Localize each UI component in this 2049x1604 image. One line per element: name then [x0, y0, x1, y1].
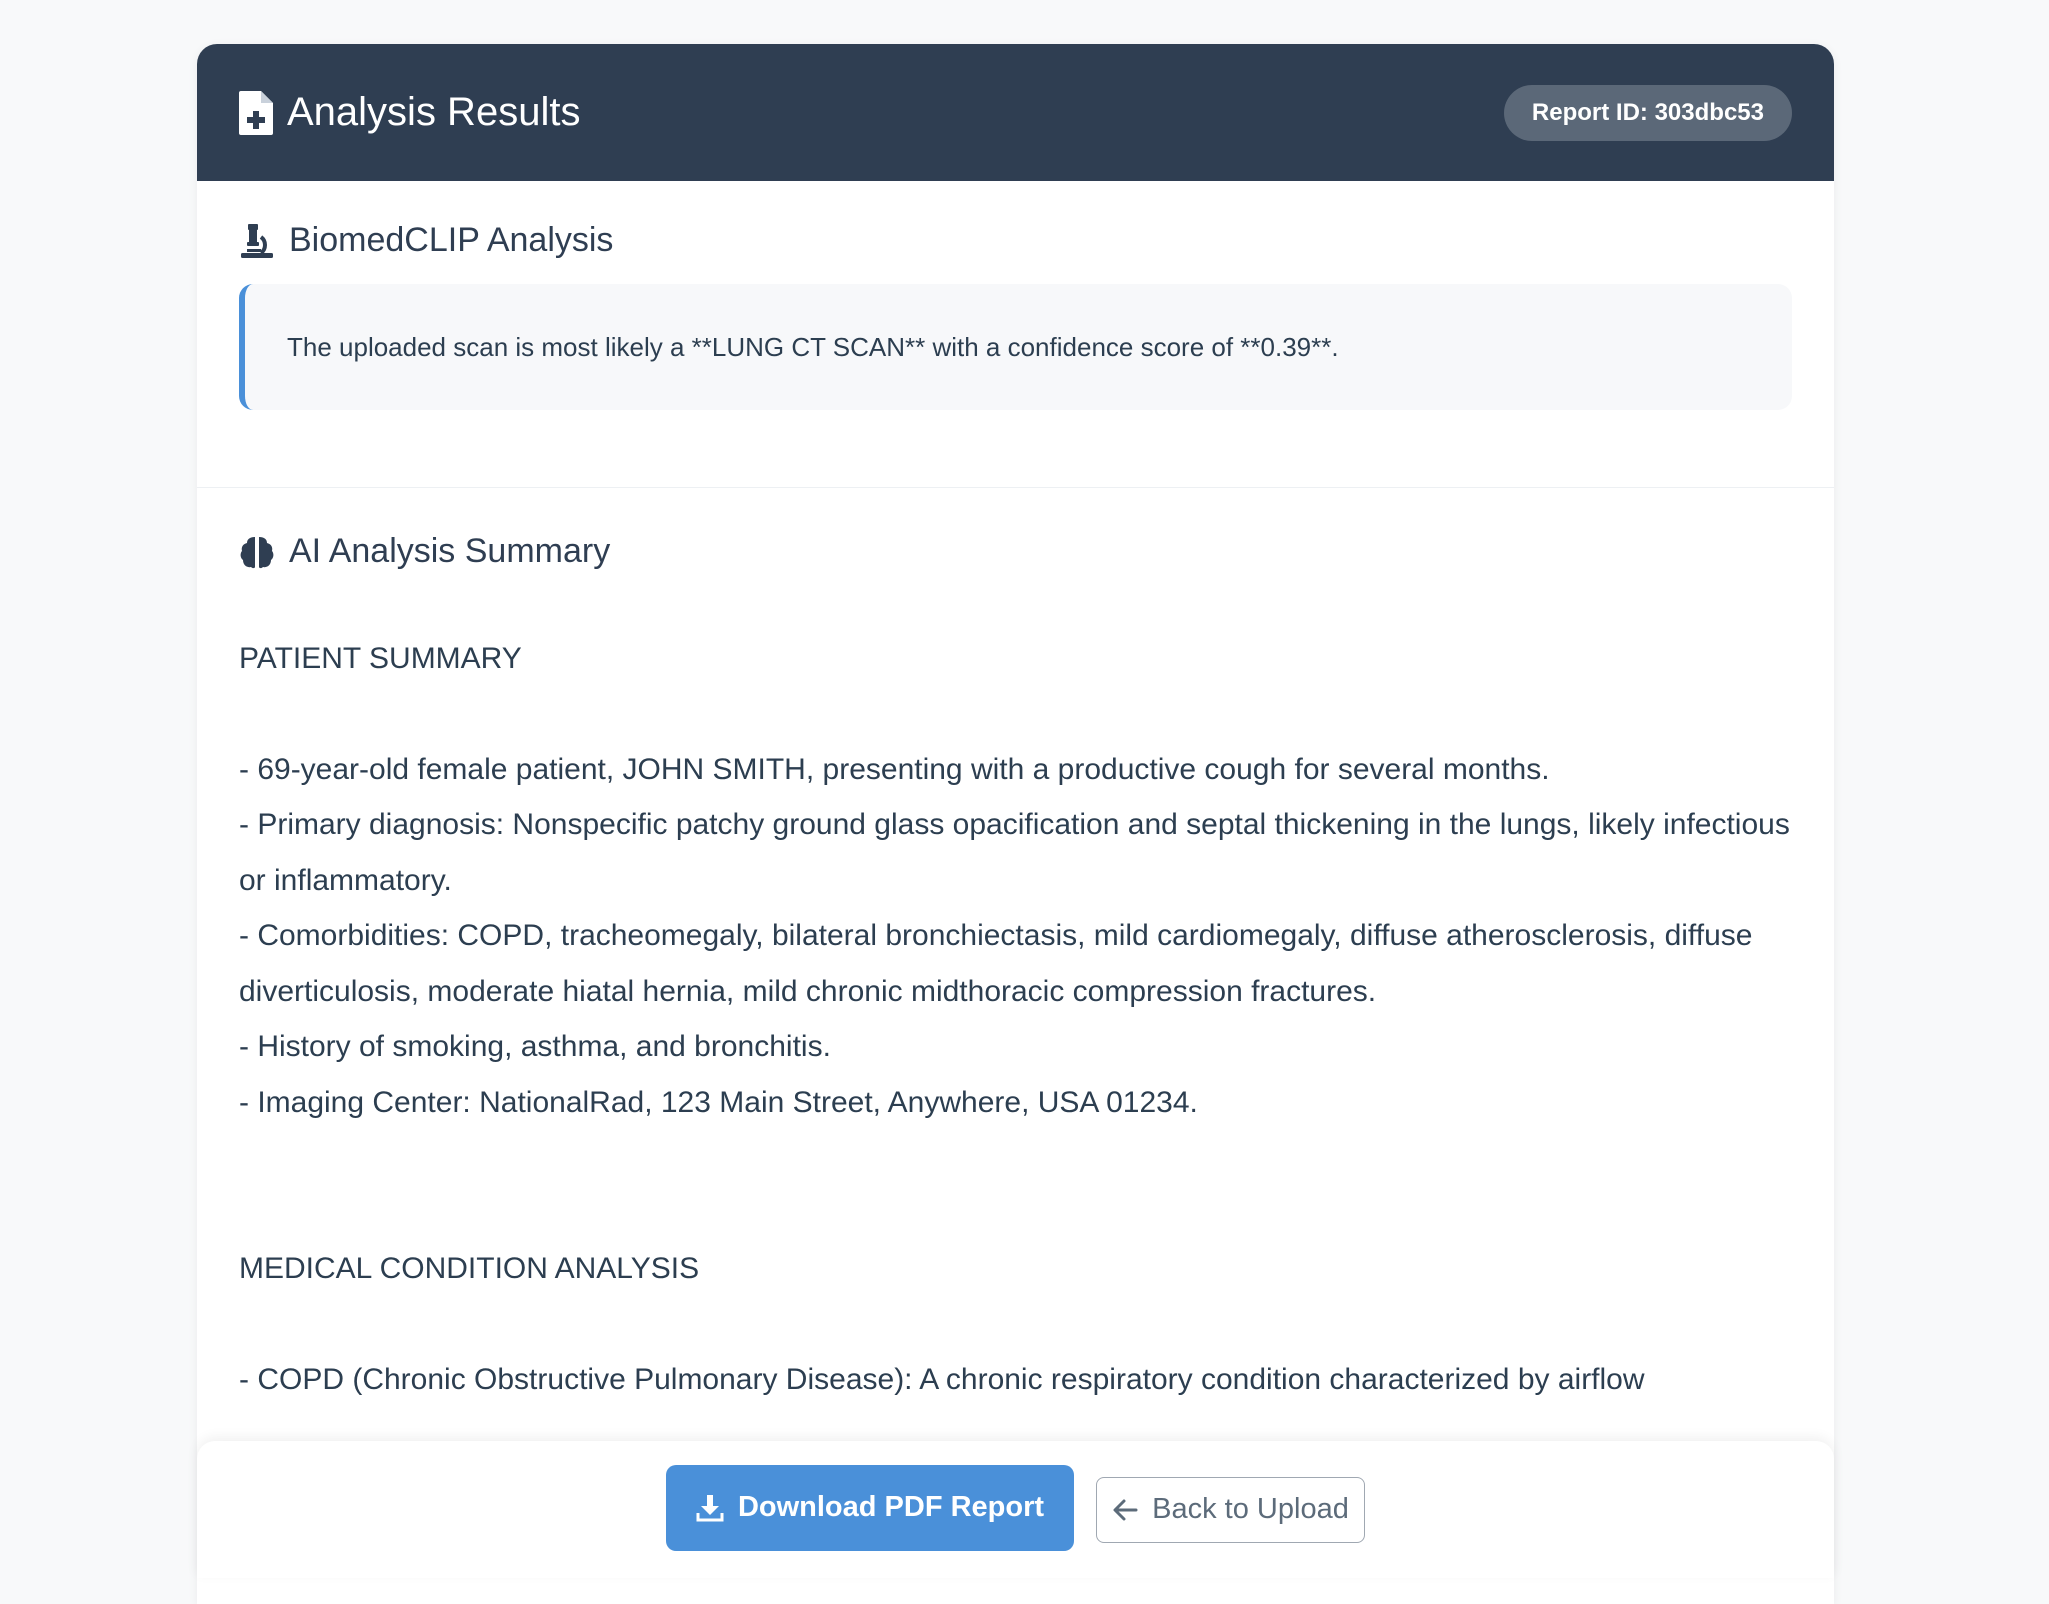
summary-line: - COPD (Chronic Obstructive Pulmonary Di… — [239, 1362, 1645, 1396]
patient-summary-heading: PATIENT SUMMARY — [239, 642, 522, 675]
arrow-left-icon — [1113, 1499, 1138, 1520]
biomedclip-title: BiomedCLIP Analysis — [289, 221, 614, 259]
brain-icon — [240, 536, 274, 568]
ai-summary-heading: AI Analysis Summary — [239, 532, 1792, 571]
summary-line: - Comorbidities: COPD, tracheomegaly, bi… — [239, 919, 1753, 1008]
ai-summary-body: PATIENT SUMMARY - 69-year-old female pat… — [239, 631, 1792, 1407]
biomedclip-result-callout: The uploaded scan is most likely a **LUN… — [239, 284, 1792, 410]
results-header: Analysis Results Report ID: 303dbc53 — [197, 44, 1834, 181]
file-medical-icon — [239, 90, 273, 135]
back-to-upload-label: Back to Upload — [1152, 1493, 1349, 1525]
ai-summary-section: AI Analysis Summary PATIENT SUMMARY - 69… — [197, 488, 1834, 1407]
back-to-upload-button[interactable]: Back to Upload — [1096, 1476, 1365, 1543]
ai-summary-title: AI Analysis Summary — [289, 532, 611, 570]
biomedclip-result-text: The uploaded scan is most likely a **LUN… — [287, 331, 1339, 362]
medical-condition-heading: MEDICAL CONDITION ANALYSIS — [239, 1252, 700, 1285]
results-card: Analysis Results Report ID: 303dbc53 Bio… — [197, 44, 1834, 1604]
header-title-group: Analysis Results — [239, 90, 580, 135]
summary-line: - Primary diagnosis: Nonspecific patchy … — [239, 808, 1790, 897]
biomedclip-section: BiomedCLIP Analysis The uploaded scan is… — [197, 181, 1834, 488]
biomedclip-heading: BiomedCLIP Analysis — [239, 221, 1792, 260]
download-icon — [696, 1494, 724, 1521]
summary-line: - History of smoking, asthma, and bronch… — [239, 1030, 831, 1063]
download-pdf-button[interactable]: Download PDF Report — [666, 1464, 1074, 1551]
summary-line: - 69-year-old female patient, JOHN SMITH… — [239, 752, 1550, 786]
page-title: Analysis Results — [287, 90, 581, 134]
microscope-icon — [241, 223, 273, 258]
summary-line: - Imaging Center: NationalRad, 123 Main … — [239, 1085, 1198, 1119]
report-id-badge: Report ID: 303dbc53 — [1503, 84, 1792, 141]
action-bar: Download PDF Report Back to Upload — [197, 1441, 1834, 1578]
download-pdf-label: Download PDF Report — [737, 1491, 1045, 1523]
